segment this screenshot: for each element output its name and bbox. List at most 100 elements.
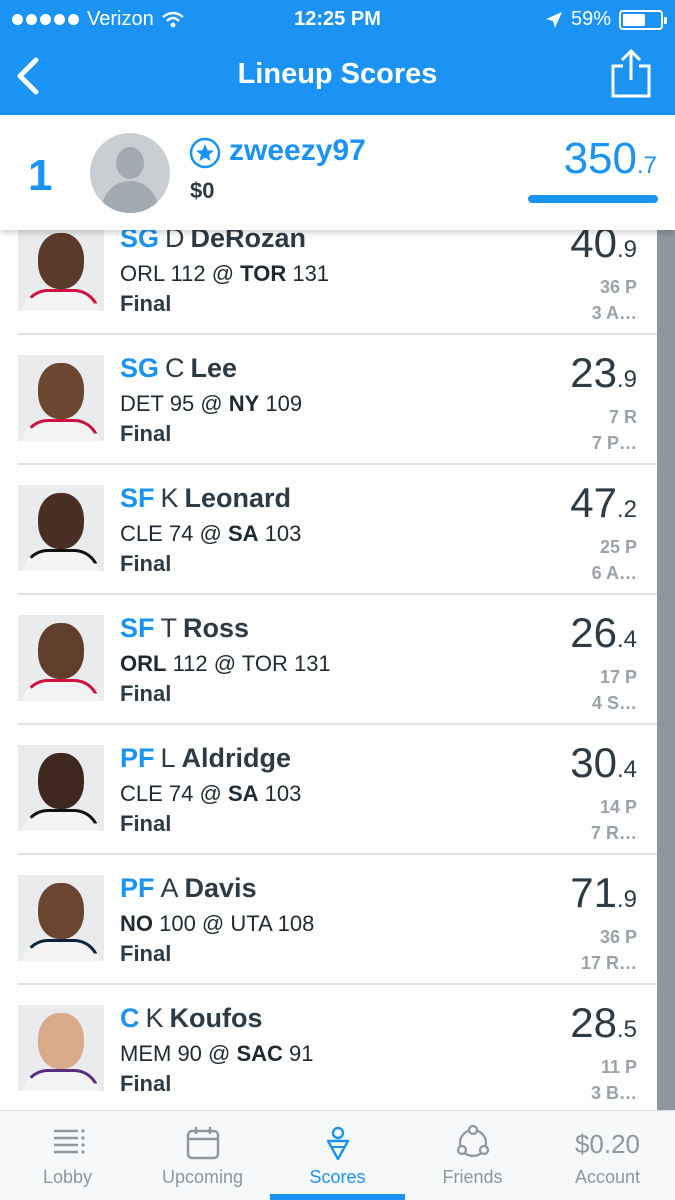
player-row[interactable]: SF K Leonard CLE 74 @ SA 103 Final 47.2 25…: [18, 465, 657, 595]
tab-friends[interactable]: Friends: [405, 1111, 540, 1200]
player-face: [38, 363, 84, 419]
player-initial: T: [160, 613, 178, 643]
player-face: [38, 623, 84, 679]
player-last-name: Ross: [183, 613, 250, 643]
player-list[interactable]: SG D DeRozan ORL 112 @ TOR 131 Final 40.9 …: [0, 230, 675, 1110]
points-int: 26: [570, 609, 617, 656]
player-face: [38, 493, 84, 549]
game-status: Final: [120, 811, 172, 836]
jersey-trim: [22, 809, 100, 831]
team-highlight: ORL: [120, 651, 167, 676]
points-int: 47: [570, 479, 617, 526]
player-photo: [18, 485, 104, 571]
game-score: CLE 74 @ SA 103: [120, 521, 302, 546]
player-last-name: Leonard: [184, 483, 292, 513]
tab-label: Lobby: [42, 1167, 93, 1187]
top-bar: Verizon 12:25 PM 59% Lineup Scores: [0, 0, 675, 115]
player-row[interactable]: SF T Ross ORL 112 @ TOR 131 Final 26.4 17 …: [18, 595, 657, 725]
player-position: SG: [120, 230, 160, 253]
jersey-trim: [22, 679, 100, 701]
fantasy-points: 47.2: [570, 479, 637, 534]
game-status: Final: [120, 551, 172, 576]
location-arrow-icon: [545, 11, 562, 28]
fantasy-points: 26.4: [570, 609, 637, 664]
points-dec: .4: [616, 626, 637, 653]
stat-line-1: 25 P: [599, 537, 637, 557]
game-score: CLE 74 @ SA 103: [120, 781, 302, 806]
stat-line-2: 6 A…: [591, 563, 637, 583]
jersey-trim: [22, 549, 100, 571]
player-photo: [18, 875, 104, 961]
player-row[interactable]: SG D DeRozan ORL 112 @ TOR 131 Final 40.9 …: [18, 230, 657, 335]
points-dec: .4: [616, 756, 637, 783]
player-name: PF L Aldridge: [120, 743, 291, 774]
rank: 1: [28, 151, 53, 200]
points-int: 23: [570, 349, 617, 396]
friends-icon: [456, 1125, 490, 1158]
share-icon[interactable]: [609, 48, 653, 100]
scrollbar[interactable]: [657, 230, 675, 1110]
fantasy-points: 30.4: [570, 739, 637, 794]
tab-label: Upcoming: [161, 1167, 244, 1187]
points-dec: .9: [616, 886, 637, 913]
player-face: [38, 883, 84, 939]
points-int: 40: [570, 230, 617, 266]
avatar-body: [102, 181, 158, 213]
jersey-trim: [22, 939, 100, 961]
player-last-name: Lee: [190, 353, 238, 383]
stat-line-2: 4 S…: [591, 693, 637, 713]
fantasy-points: 23.9: [570, 349, 637, 404]
stat-line-1: 17 P: [599, 667, 637, 687]
player-initial: L: [160, 743, 176, 773]
progress-fill: [528, 195, 658, 203]
player-last-name: DeRozan: [190, 230, 307, 253]
team-highlight: TOR: [240, 261, 287, 286]
list-icon: [54, 1129, 85, 1154]
player-photo: [18, 355, 104, 441]
jersey-trim: [22, 1069, 100, 1091]
player-row[interactable]: PF A Davis NO 100 @ UTA 108 Final 71.9 36 …: [18, 855, 657, 985]
tab-account[interactable]: $0.20 Account: [540, 1111, 675, 1200]
player-initial: K: [160, 483, 179, 513]
player-position: PF: [120, 873, 155, 903]
game-status: Final: [120, 681, 172, 706]
player-name: SF T Ross: [120, 613, 249, 644]
points-dec: .9: [616, 236, 637, 263]
tab-lobby[interactable]: Lobby: [0, 1111, 135, 1200]
player-photo: [18, 1005, 104, 1091]
player-row[interactable]: PF L Aldridge CLE 74 @ SA 103 Final 30.4 1…: [18, 725, 657, 855]
tab-label: Scores: [309, 1167, 366, 1187]
tab-upcoming[interactable]: Upcoming: [135, 1111, 270, 1200]
player-photo: [18, 615, 104, 701]
tab-bar: Lobby Upcoming Scores Friends $0.20 Acco…: [0, 1110, 675, 1200]
player-row[interactable]: C K Koufos MEM 90 @ SAC 91 Final 28.5 11 P…: [18, 985, 657, 1110]
player-name: PF A Davis: [120, 873, 257, 904]
player-face: [38, 753, 84, 809]
scores-icon: [326, 1126, 350, 1161]
team-highlight: NO: [120, 911, 153, 936]
stat-line-1: 7 R: [608, 407, 637, 427]
team-highlight: SA: [227, 781, 259, 806]
points-dec: .2: [616, 496, 637, 523]
calendar-icon: [186, 1127, 220, 1160]
fantasy-points: 28.5: [570, 999, 637, 1054]
player-initial: D: [165, 230, 185, 253]
points-dec: .9: [616, 366, 637, 393]
stat-line-1: 14 P: [599, 797, 637, 817]
fantasy-points: 40.9: [570, 230, 637, 274]
player-name: SF K Leonard: [120, 483, 291, 514]
points-int: 28: [570, 999, 617, 1046]
battery-percent: 59%: [570, 8, 611, 30]
player-initial: C: [165, 353, 185, 383]
points-int: 30: [570, 739, 617, 786]
jersey-trim: [22, 419, 100, 441]
points-dec: .5: [616, 1016, 637, 1043]
player-name: C K Koufos: [120, 1003, 263, 1034]
account-balance: $0.20: [574, 1129, 641, 1159]
tab-scores[interactable]: Scores: [270, 1111, 405, 1200]
player-position: SG: [120, 353, 160, 383]
player-row[interactable]: SG C Lee DET 95 @ NY 109 Final 23.9 7 R 7 …: [18, 335, 657, 465]
game-status: Final: [120, 941, 172, 966]
game-score: ORL 112 @ TOR 131: [120, 261, 330, 286]
game-score: MEM 90 @ SAC 91: [120, 1041, 314, 1066]
